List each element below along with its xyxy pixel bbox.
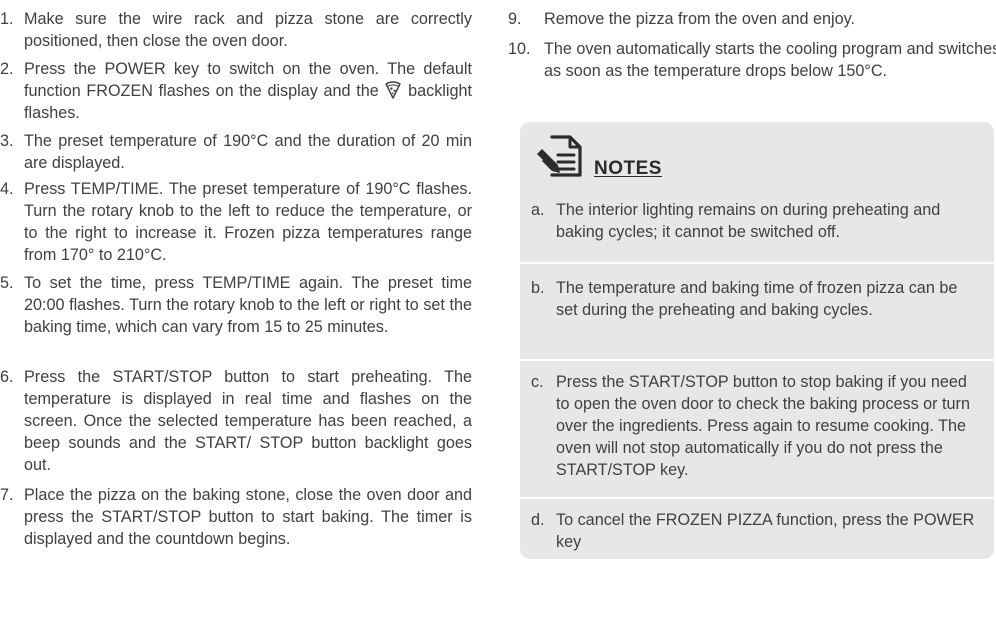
step-number: 1. [0,10,14,28]
note-a: a. The interior lighting remains on duri… [520,199,994,243]
step-number: 6. [0,368,14,386]
step-text: To set the time, press TEMP/TIME again. … [24,274,472,336]
step-text: Make sure the wire rack and pizza stone … [24,10,472,50]
step-number: 4. [0,180,14,198]
step-text: Remove the pizza from the oven and enjoy… [544,10,856,28]
note-text: The interior lighting remains on during … [556,201,941,241]
note-text: To cancel the FROZEN PIZZA function, pre… [556,511,975,551]
step-text: Press the START/STOP button to start pre… [24,368,472,474]
note-text: Press the START/STOP button to stop baki… [556,373,970,479]
step-text: The preset temperature of 190°C and the … [24,132,472,172]
note-letter: a. [531,201,545,219]
step-6: 6. Press the START/STOP button to start … [0,366,472,476]
step-text: Place the pizza on the baking stone, clo… [24,486,472,548]
note-d: d. To cancel the FROZEN PIZZA function, … [520,509,994,553]
step-9: 9. Remove the pizza from the oven and en… [508,8,996,30]
step-number: 5. [0,274,14,292]
step-number: 7. [0,486,14,504]
step-7: 7. Place the pizza on the baking stone, … [0,484,472,550]
step-text: Press TEMP/TIME. The preset temperature … [24,180,472,264]
step-number: 10. [508,40,531,58]
step-text: The oven automatically starts the coolin… [544,40,996,80]
note-letter: b. [531,279,545,297]
notes-document-pen-icon [534,131,592,186]
step-5: 5. To set the time, press TEMP/TIME agai… [0,272,472,338]
step-4: 4. Press TEMP/TIME. The preset temperatu… [0,178,472,266]
note-divider [520,359,994,361]
step-number: 2. [0,60,14,78]
step-3: 3. The preset temperature of 190°C and t… [0,130,472,174]
note-letter: c. [531,373,544,391]
pizza-slice-icon [384,81,402,99]
step-2: 2. Press the POWER key to switch on the … [0,58,472,124]
notes-header: NOTES [534,131,734,181]
note-divider [520,262,994,264]
step-number: 9. [508,10,522,28]
note-b: b. The temperature and baking time of fr… [520,277,994,321]
step-1: 1. Make sure the wire rack and pizza sto… [0,8,472,52]
note-divider [520,497,994,499]
step-number: 3. [0,132,14,150]
step-10: 10. The oven automatically starts the co… [508,38,996,82]
notes-box: NOTES a. The interior lighting remains o… [520,122,994,559]
note-letter: d. [531,511,545,529]
note-text: The temperature and baking time of froze… [556,279,958,319]
notes-title: NOTES [594,158,662,179]
note-c: c. Press the START/STOP button to stop b… [520,371,994,481]
